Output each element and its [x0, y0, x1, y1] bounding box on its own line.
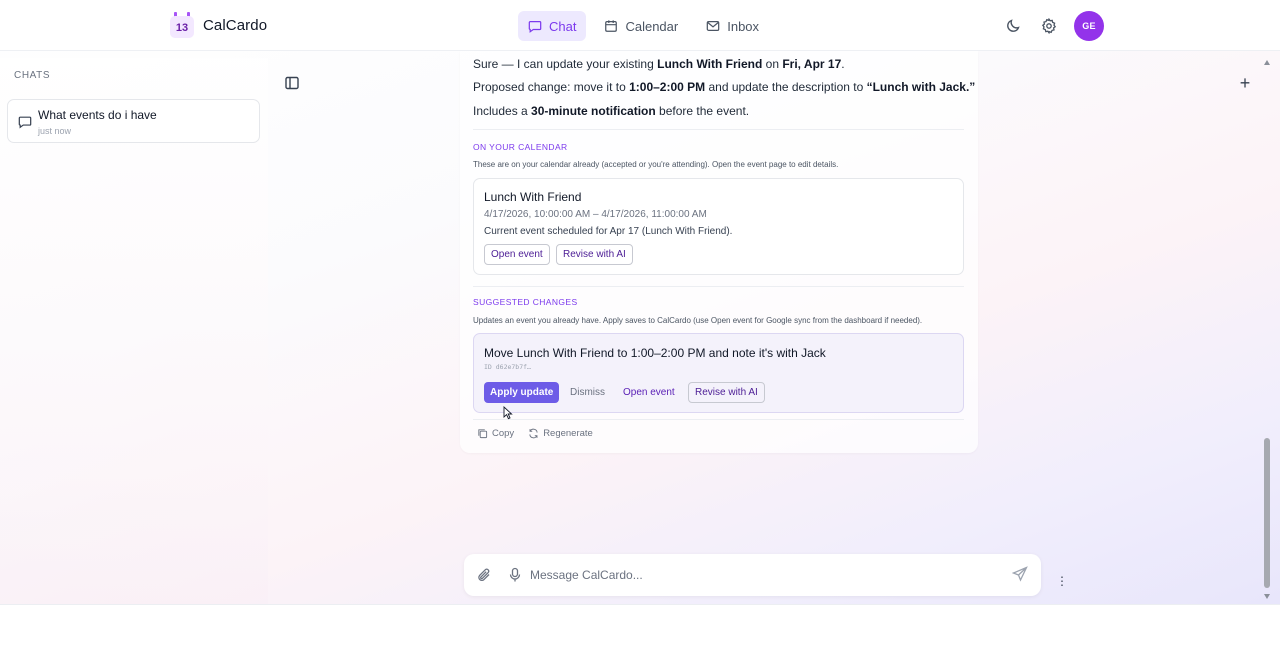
app-window: 13 CalCardo Chat Calendar Inbox GE CHATS…: [0, 0, 1280, 604]
calendar-event-card: Lunch With Friend 4/17/2026, 10:00:00 AM…: [473, 178, 964, 275]
send-icon[interactable]: [1012, 566, 1028, 582]
more-options-icon[interactable]: ⋮: [1055, 575, 1069, 589]
logo-day: 13: [170, 16, 194, 38]
page-footer-area: [0, 604, 1280, 648]
moon-icon: [1007, 19, 1020, 32]
nav-tab-label: Calendar: [625, 18, 679, 34]
paperclip-icon[interactable]: [476, 567, 492, 583]
calendar-icon: [605, 20, 618, 32]
divider: [473, 419, 964, 420]
message-line-1: Sure — I can update your existing Lunch …: [473, 57, 845, 71]
scroll-down-arrow-icon[interactable]: [1264, 594, 1270, 599]
nav-tab-inbox[interactable]: Inbox: [696, 11, 769, 41]
copy-icon: [478, 429, 488, 439]
brand-logo[interactable]: 13 CalCardo: [170, 12, 267, 38]
nav-tab-chat[interactable]: Chat: [518, 11, 587, 41]
main-nav: Chat Calendar Inbox: [518, 11, 769, 41]
brand-name: CalCardo: [203, 16, 268, 34]
top-right-controls: GE: [1002, 11, 1104, 41]
chat-scrollbar[interactable]: [1262, 58, 1272, 604]
message-composer: [464, 554, 1041, 596]
divider: [473, 129, 964, 130]
chat-bubble-icon: [528, 21, 542, 33]
assistant-message: Sure — I can update your existing Lunch …: [460, 51, 978, 453]
event-title: Lunch With Friend: [484, 190, 582, 204]
apply-update-button[interactable]: Apply update: [484, 382, 560, 403]
message-line-2: Proposed change: move it to 1:00–2:00 PM…: [473, 80, 976, 94]
suggested-section-title: SUGGESTED CHANGES: [473, 297, 578, 307]
mouse-cursor-icon: [503, 406, 513, 420]
chats-heading: CHATS: [14, 70, 51, 81]
open-event-button[interactable]: Open event: [484, 244, 550, 265]
message-actions: Copy Regenerate: [477, 428, 593, 439]
copy-button[interactable]: Copy: [477, 428, 514, 439]
event-time: 4/17/2026, 10:00:00 AM – 4/17/2026, 11:0…: [484, 209, 707, 220]
sidebar-toggle-icon[interactable]: [284, 75, 300, 91]
theme-toggle-button[interactable]: [1002, 11, 1024, 41]
calendar-logo-icon: 13: [170, 12, 194, 38]
regenerate-label: Regenerate: [543, 428, 593, 439]
nav-tab-label: Chat: [549, 18, 577, 34]
regenerate-button[interactable]: Regenerate: [528, 428, 593, 439]
calendar-section-title: ON YOUR CALENDAR: [473, 142, 568, 152]
change-title: Move Lunch With Friend to 1:00–2:00 PM a…: [484, 346, 826, 360]
nav-tab-calendar[interactable]: Calendar: [594, 11, 688, 41]
divider: [473, 286, 964, 287]
event-description: Current event scheduled for Apr 17 (Lunc…: [484, 226, 733, 237]
chat-timestamp: just now: [38, 126, 72, 136]
calendar-section-note: These are on your calendar already (acce…: [473, 160, 839, 169]
scroll-up-arrow-icon[interactable]: [1264, 60, 1270, 65]
change-id: ID d62e7b7f…: [484, 363, 531, 371]
chat-sidebar: CHATS What events do i have just now: [0, 58, 268, 604]
mail-icon: [706, 21, 720, 31]
settings-button[interactable]: [1038, 11, 1060, 41]
user-avatar[interactable]: GE: [1074, 11, 1104, 41]
copy-label: Copy: [492, 428, 515, 439]
scrollbar-thumb[interactable]: [1264, 438, 1270, 588]
refresh-icon: [529, 428, 538, 439]
dismiss-button[interactable]: Dismiss: [564, 382, 611, 403]
new-chat-plus-icon[interactable]: +: [1237, 74, 1253, 92]
suggested-section-note: Updates an event you already have. Apply…: [473, 316, 923, 325]
nav-tab-label: Inbox: [727, 18, 760, 34]
revise-with-ai-button[interactable]: Revise with AI: [556, 244, 633, 265]
message-line-3: Includes a 30-minute notification before…: [473, 104, 750, 118]
gear-icon: [1041, 18, 1057, 34]
open-event-button[interactable]: Open event: [617, 382, 681, 403]
chat-bubble-icon: [18, 116, 32, 129]
top-bar: 13 CalCardo Chat Calendar Inbox GE: [0, 0, 1280, 51]
chat-title: What events do i have: [38, 108, 157, 122]
revise-with-ai-button[interactable]: Revise with AI: [688, 382, 765, 403]
message-input[interactable]: [530, 564, 990, 586]
chat-list-item[interactable]: What events do i have just now: [7, 99, 260, 143]
microphone-icon[interactable]: [507, 567, 523, 583]
suggested-change-card: Move Lunch With Friend to 1:00–2:00 PM a…: [473, 333, 964, 413]
